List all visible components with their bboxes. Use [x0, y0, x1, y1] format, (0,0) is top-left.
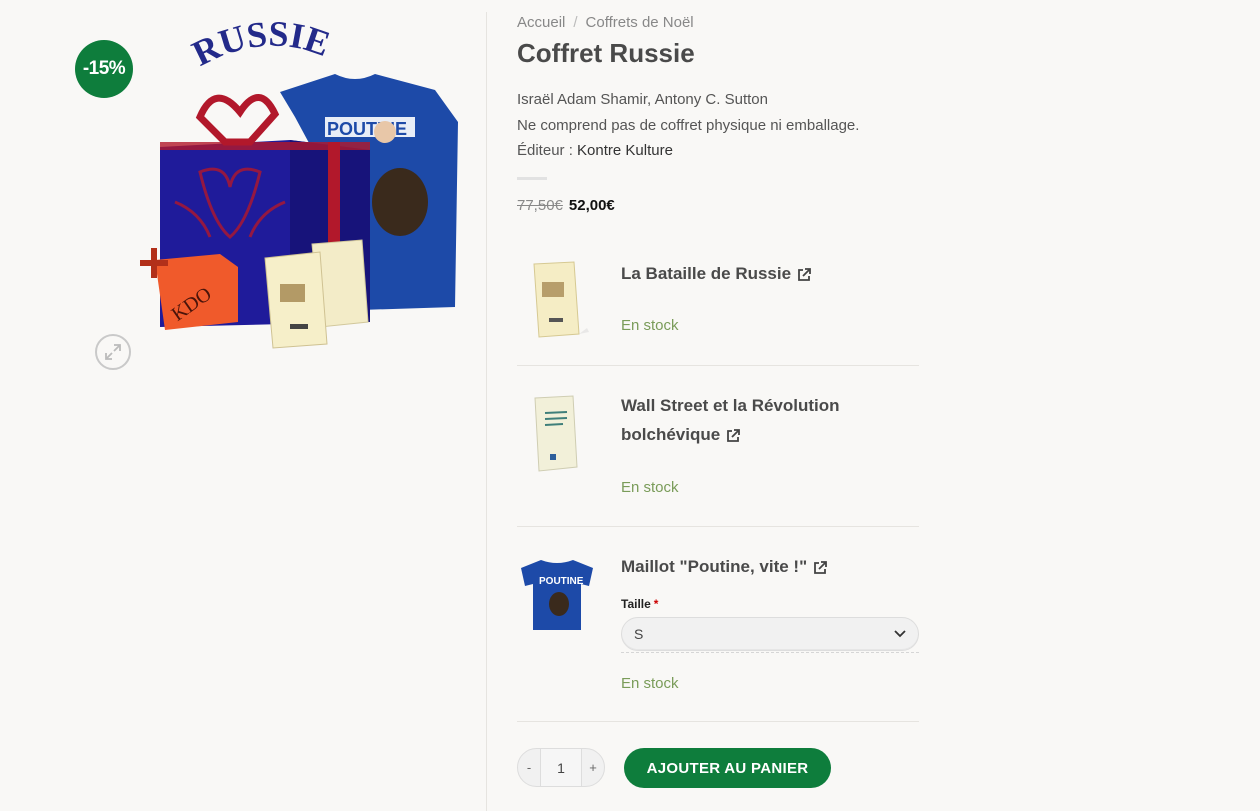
- price: 77,50€ 52,00€: [517, 197, 615, 214]
- product-main-image[interactable]: RUSSIE POUTINE KDO: [130, 22, 470, 352]
- stock-status: En stock: [621, 675, 679, 692]
- book-thumbnail-icon[interactable]: [517, 393, 597, 473]
- external-link-icon[interactable]: [813, 560, 828, 575]
- breadcrumb-category-link[interactable]: Coffrets de Noël: [586, 14, 694, 31]
- bundle-item: La Bataille de Russie En stock: [517, 246, 919, 366]
- quantity-stepper[interactable]: - 1 +: [517, 748, 605, 787]
- quantity-minus-button[interactable]: -: [518, 760, 540, 775]
- required-mark: *: [653, 597, 659, 611]
- bundle-item-name[interactable]: Wall Street et la Révolution bolchévique: [621, 391, 840, 449]
- external-link-icon[interactable]: [797, 267, 811, 282]
- sale-badge: -15%: [75, 40, 133, 98]
- editor-link[interactable]: Kontre Kulture: [577, 142, 673, 159]
- product-gallery: RUSSIE POUTINE KDO -15%: [0, 0, 486, 811]
- zoom-button[interactable]: [95, 334, 131, 370]
- bundle-item-name[interactable]: La Bataille de Russie: [621, 259, 811, 288]
- quantity-input[interactable]: 1: [540, 749, 582, 786]
- editor-label: Éditeur :: [517, 142, 573, 159]
- tshirt-thumbnail-icon[interactable]: POUTINE: [517, 554, 597, 634]
- breadcrumb-home-link[interactable]: Accueil: [517, 14, 565, 31]
- external-link-icon[interactable]: [726, 428, 741, 443]
- stock-status: En stock: [621, 317, 679, 334]
- product-title: Coffret Russie: [517, 38, 695, 68]
- bundle-item-title-line1[interactable]: Wall Street et la Révolution: [621, 391, 840, 420]
- add-to-cart-button[interactable]: AJOUTER AU PANIER: [624, 748, 831, 788]
- book-thumbnail-icon[interactable]: [517, 258, 597, 338]
- bundle-item-title[interactable]: Maillot "Poutine, vite !": [621, 557, 807, 576]
- breadcrumb-separator: /: [573, 14, 578, 31]
- expand-icon: [105, 344, 121, 360]
- product-note: Ne comprend pas de coffret physique ni e…: [517, 116, 860, 134]
- select-underline: [621, 652, 919, 653]
- hero-title-text: RUSSIE: [186, 22, 335, 74]
- price-divider: [517, 177, 547, 180]
- product-description: Israël Adam Shamir, Antony C. Sutton Ne …: [517, 87, 859, 164]
- bundle-item: Wall Street et la Révolution bolchévique…: [517, 365, 919, 527]
- breadcrumb: Accueil / Coffrets de Noël: [517, 14, 694, 31]
- product-authors: Israël Adam Shamir, Antony C. Sutton: [517, 91, 768, 108]
- size-label: Taille *: [621, 597, 658, 611]
- stock-status: En stock: [621, 479, 679, 496]
- size-select-value: S: [634, 626, 644, 642]
- chevron-down-icon: [894, 630, 906, 638]
- quantity-plus-button[interactable]: +: [582, 760, 604, 775]
- bundle-item-title[interactable]: La Bataille de Russie: [621, 264, 791, 283]
- tshirt-thumbnail-text: POUTINE: [539, 576, 584, 587]
- product-editor: Éditeur : Kontre Kulture: [517, 138, 859, 164]
- size-select[interactable]: S: [621, 617, 919, 651]
- column-divider: [486, 12, 487, 811]
- bundle-item: POUTINE Maillot "Poutine, vite !" Taille…: [517, 526, 919, 722]
- sale-price: 52,00€: [568, 197, 615, 214]
- regular-price: 77,50€: [517, 197, 563, 214]
- bundle-item-title-line2[interactable]: bolchévique: [621, 425, 720, 444]
- bundle-item-name[interactable]: Maillot "Poutine, vite !": [621, 552, 828, 581]
- size-label-text: Taille: [621, 597, 651, 611]
